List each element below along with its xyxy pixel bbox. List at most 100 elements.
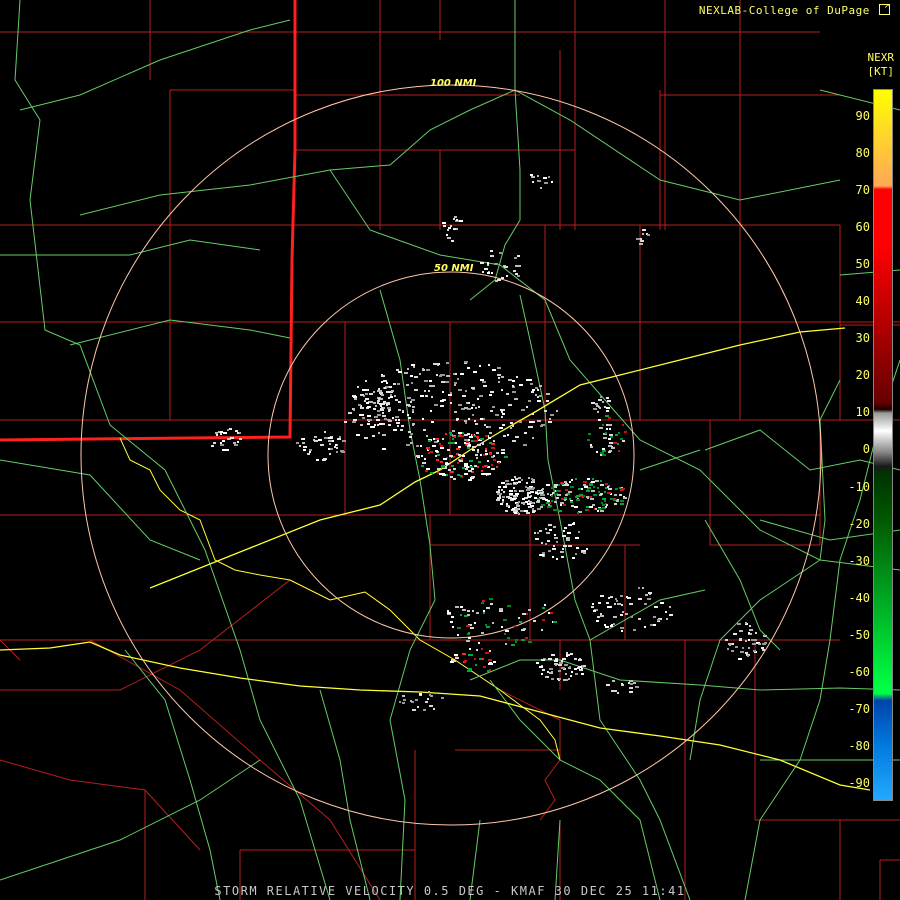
velocity-echo <box>443 225 446 227</box>
velocity-echo <box>471 440 473 442</box>
velocity-echo <box>414 376 418 378</box>
velocity-echo <box>564 664 568 666</box>
velocity-echo <box>519 421 522 423</box>
velocity-echo <box>580 666 582 668</box>
velocity-echo <box>748 647 750 649</box>
velocity-echo <box>506 505 509 507</box>
velocity-echo <box>452 438 454 440</box>
velocity-echo <box>566 652 568 654</box>
velocity-echo <box>497 279 501 281</box>
velocity-echo <box>529 421 533 423</box>
velocity-echo <box>513 482 516 484</box>
velocity-echo <box>552 556 554 558</box>
velocity-echo <box>446 362 449 364</box>
velocity-echo <box>447 612 451 614</box>
velocity-echo <box>600 484 604 486</box>
velocity-echo <box>595 480 599 482</box>
velocity-echo <box>537 175 539 177</box>
velocity-echo <box>425 470 428 472</box>
velocity-echo <box>504 633 506 635</box>
velocity-echo <box>402 702 405 704</box>
velocity-echo <box>474 658 476 660</box>
velocity-echo <box>606 504 608 506</box>
velocity-echo <box>464 465 468 467</box>
velocity-echo <box>218 431 220 433</box>
velocity-echo <box>504 266 508 268</box>
velocity-echo <box>537 389 539 391</box>
velocity-echo <box>546 532 550 534</box>
velocity-echo <box>324 437 328 439</box>
velocity-echo <box>548 524 552 526</box>
velocity-echo <box>562 548 564 550</box>
velocity-echo <box>596 620 599 622</box>
velocity-echo <box>476 649 478 651</box>
velocity-echo <box>501 452 503 454</box>
velocity-echo <box>364 437 368 439</box>
velocity-echo <box>513 495 516 497</box>
velocity-echo <box>501 416 503 418</box>
velocity-echo <box>330 448 333 450</box>
velocity-echo <box>517 255 520 257</box>
velocity-echo <box>758 643 761 645</box>
velocity-echo <box>532 181 534 183</box>
velocity-echo <box>521 409 525 411</box>
velocity-echo <box>583 550 586 552</box>
velocity-echo <box>465 468 468 470</box>
velocity-echo <box>541 497 545 499</box>
velocity-echo <box>220 442 222 444</box>
velocity-echo <box>600 396 602 398</box>
velocity-echo <box>565 489 568 491</box>
velocity-echo <box>476 432 479 434</box>
velocity-echo <box>629 680 633 682</box>
velocity-echo <box>447 229 449 231</box>
velocity-echo <box>554 537 558 539</box>
scale-tick-label: 50 <box>855 257 870 272</box>
velocity-echo <box>475 454 478 456</box>
velocity-echo <box>505 484 507 486</box>
velocity-echo <box>468 654 471 656</box>
velocity-echo <box>419 373 421 375</box>
velocity-echo <box>360 407 364 409</box>
velocity-echo <box>367 415 371 417</box>
velocity-echo <box>542 488 544 490</box>
velocity-echo <box>377 414 381 416</box>
velocity-echo <box>499 610 503 612</box>
scale-tick-label: 80 <box>855 146 870 161</box>
velocity-echo <box>442 391 444 393</box>
velocity-echo <box>230 437 234 439</box>
velocity-echo <box>456 419 458 421</box>
velocity-echo <box>566 655 568 657</box>
velocity-echo <box>528 641 532 643</box>
velocity-echo <box>602 450 606 452</box>
velocity-echo <box>362 417 365 419</box>
velocity-echo <box>493 440 495 442</box>
velocity-echo <box>411 364 415 366</box>
velocity-echo <box>551 500 553 502</box>
velocity-echo <box>547 506 551 508</box>
scale-tick-label: -90 <box>848 775 870 790</box>
velocity-echo <box>571 479 573 481</box>
velocity-echo <box>529 506 532 508</box>
velocity-echo <box>466 441 469 443</box>
velocity-echo <box>461 458 463 460</box>
velocity-echo <box>597 487 599 489</box>
velocity-echo <box>725 639 728 641</box>
velocity-echo <box>570 653 573 655</box>
velocity-echo <box>398 419 400 421</box>
velocity-echo <box>303 438 305 440</box>
velocity-echo <box>393 429 397 431</box>
velocity-echo <box>411 382 413 384</box>
velocity-echo <box>371 401 373 403</box>
velocity-echo <box>605 415 609 417</box>
velocity-echo <box>433 363 435 365</box>
velocity-echo <box>514 476 516 478</box>
velocity-echo <box>381 403 385 405</box>
velocity-echo <box>620 500 624 502</box>
velocity-echo <box>604 624 606 626</box>
velocity-echo <box>493 455 495 457</box>
velocity-echo <box>410 375 413 377</box>
velocity-echo <box>309 451 311 453</box>
velocity-echo <box>515 641 517 643</box>
external-link-icon[interactable]: ↗ <box>879 2 890 15</box>
velocity-echo <box>356 434 360 436</box>
